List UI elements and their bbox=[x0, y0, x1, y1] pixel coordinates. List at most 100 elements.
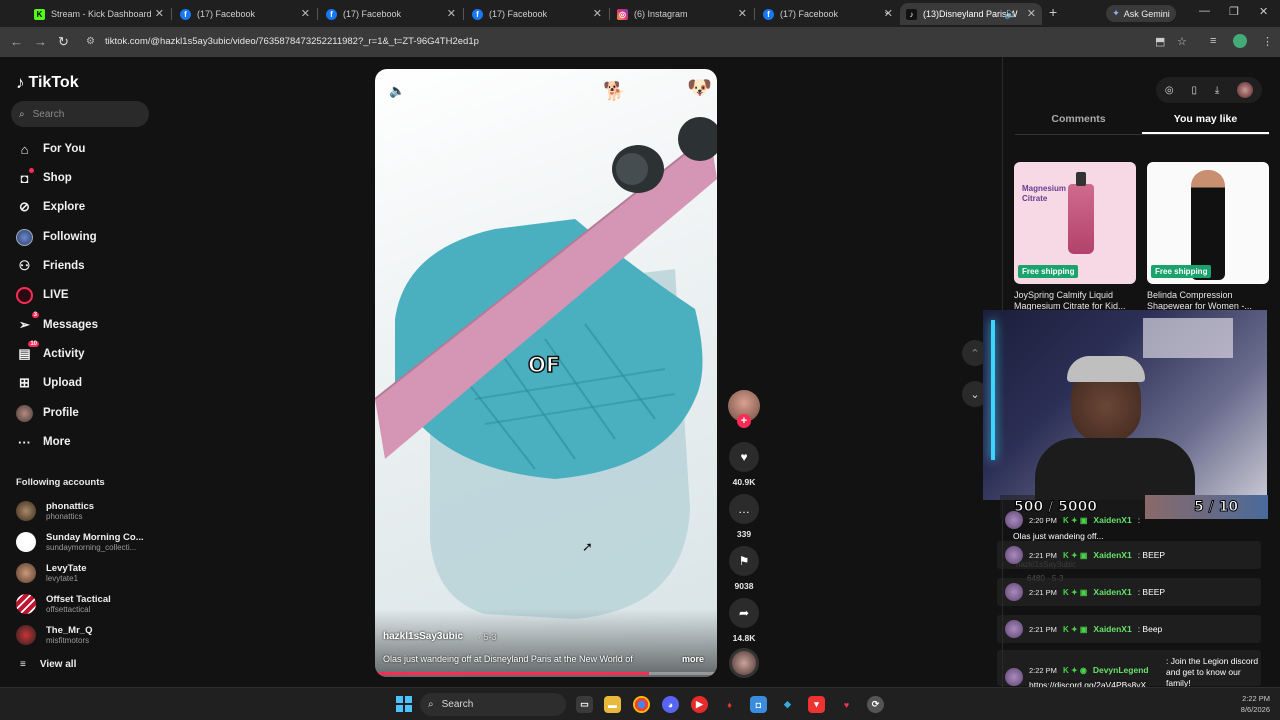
upload-icon: ⊞ bbox=[19, 375, 30, 390]
account-handle: levytate1 bbox=[46, 574, 79, 583]
nav-label: More bbox=[43, 436, 71, 448]
nav-explore[interactable]: ⊘ Explore bbox=[16, 197, 85, 217]
windows-start-icon[interactable] bbox=[396, 696, 412, 712]
reload-icon[interactable]: ↻ bbox=[58, 34, 69, 50]
browser-tab[interactable]: K Stream - Kick Dashboard ✕ bbox=[28, 3, 170, 25]
maximize-icon[interactable]: ❐ bbox=[1229, 5, 1239, 18]
product-card[interactable]: Free shipping Belinda Compression Shapew… bbox=[1147, 162, 1269, 312]
close-tab-icon[interactable]: ✕ bbox=[593, 7, 602, 20]
browser-tab[interactable]: f (17) Facebook ✕ bbox=[466, 3, 608, 25]
close-tab-icon[interactable]: ✕ bbox=[738, 7, 747, 20]
back-icon[interactable]: ← bbox=[10, 34, 23, 49]
minimize-icon[interactable]: — bbox=[1199, 5, 1210, 17]
url-field[interactable]: tiktok.com/@hazkl1s5ay3ubic/video/763587… bbox=[105, 36, 479, 47]
view-all-link[interactable]: ≡ View all bbox=[20, 659, 76, 670]
avatar bbox=[16, 501, 36, 521]
download-icon[interactable]: ⤓ bbox=[1215, 85, 1219, 96]
menu-kebab-icon[interactable]: ⋮ bbox=[1262, 35, 1273, 48]
compass-icon[interactable]: ◎ bbox=[1165, 85, 1174, 96]
close-tab-icon[interactable]: ✕ bbox=[447, 7, 456, 20]
tab-search-icon[interactable]: ⌄ bbox=[883, 6, 891, 17]
messages-badge: 3 bbox=[31, 311, 39, 318]
profile-avatar[interactable] bbox=[1237, 82, 1254, 98]
ask-gemini-button[interactable]: ✦ Ask Gemini bbox=[1106, 5, 1176, 22]
instagram-icon: ◎ bbox=[617, 8, 628, 20]
nav-label: Activity bbox=[43, 348, 85, 360]
close-tab-icon[interactable]: ✕ bbox=[1027, 7, 1036, 20]
nav-activity[interactable]: ▤ 10 Activity bbox=[16, 340, 85, 364]
following-accounts-heading: Following accounts bbox=[16, 477, 105, 488]
like-count: 40.9K bbox=[732, 477, 756, 487]
nav-live[interactable]: LIVE bbox=[16, 285, 69, 305]
video-player[interactable]: 🔈 🐕 🐶 OF ➚ hazkl1sSay3ubic · 5-3 Olas ju… bbox=[375, 69, 717, 677]
tab-you-may-like[interactable]: You may like bbox=[1142, 113, 1269, 134]
file-explorer-icon[interactable]: ▬ bbox=[604, 696, 621, 713]
close-tab-icon[interactable]: ✕ bbox=[155, 7, 164, 20]
browser-tab-active[interactable]: ♪ (13)Disneyland Paris W 🔈 ✕ bbox=[900, 3, 1042, 25]
heart-icon: ♥ bbox=[729, 442, 759, 472]
chat-username: XaidenX1 bbox=[1093, 587, 1132, 597]
save-button[interactable]: ⚑ 9038 bbox=[728, 546, 760, 591]
following-account[interactable]: Offset Tactical offsettactical bbox=[16, 591, 111, 617]
music-disc-icon[interactable] bbox=[729, 648, 759, 678]
chat-time: 2:22 PM bbox=[1029, 665, 1057, 675]
comment-count: 339 bbox=[736, 529, 752, 539]
nav-for-you[interactable]: ⌂ For You bbox=[16, 139, 86, 159]
app-icon[interactable]: ◘ bbox=[750, 696, 767, 713]
close-tab-icon[interactable]: ✕ bbox=[301, 7, 310, 20]
reading-list-icon[interactable]: ≡ bbox=[1210, 35, 1216, 47]
system-clock[interactable]: 2:22 PM 8/6/2026 bbox=[1230, 693, 1270, 715]
nav-messages[interactable]: ➢ 3 Messages bbox=[16, 311, 98, 335]
app-icon[interactable]: ▾ bbox=[808, 696, 825, 713]
following-account[interactable]: Sunday Morning Co... sundaymorning_collec… bbox=[16, 529, 144, 555]
site-info-icon[interactable]: ⚙ bbox=[86, 36, 95, 47]
kick-badge-icon: K ✦ ◉ bbox=[1062, 665, 1087, 675]
app-icon[interactable]: ♦ bbox=[721, 696, 738, 713]
browser-tab[interactable]: f (17) Facebook ✕ bbox=[174, 3, 316, 25]
video-progress-bar[interactable] bbox=[375, 672, 717, 675]
tab-comments[interactable]: Comments bbox=[1015, 113, 1142, 134]
phone-icon[interactable]: ▯ bbox=[1191, 85, 1197, 96]
app-icon[interactable]: ◆ bbox=[779, 696, 796, 713]
discord-icon[interactable]: ◕ bbox=[662, 696, 679, 713]
mute-icon[interactable]: 🔈 bbox=[389, 83, 405, 99]
taskbar-search[interactable]: ⌕ Search bbox=[420, 693, 566, 716]
chrome-icon[interactable] bbox=[633, 696, 650, 713]
nav-profile[interactable]: Profile bbox=[16, 403, 79, 423]
app-icon[interactable]: ⟳ bbox=[867, 696, 884, 713]
nav-upload[interactable]: ⊞ Upload bbox=[16, 373, 82, 393]
comment-button[interactable]: … 339 bbox=[728, 494, 760, 539]
bookmark-star-icon[interactable]: ☆ bbox=[1177, 35, 1187, 48]
speaker-icon[interactable]: 🔈 bbox=[1004, 7, 1018, 20]
video-caption-word: OF bbox=[527, 352, 561, 378]
video-author[interactable]: hazkl1sSay3ubic bbox=[383, 631, 463, 642]
tiktok-logo[interactable]: ♪ TikTok bbox=[16, 73, 79, 93]
like-button[interactable]: ♥ 40.9K bbox=[728, 442, 760, 487]
nav-more[interactable]: ··· More bbox=[16, 432, 70, 452]
task-view-icon[interactable]: ▭ bbox=[576, 696, 593, 713]
following-account[interactable]: LevyTate levytate1 bbox=[16, 560, 86, 586]
profile-avatar[interactable] bbox=[1233, 34, 1247, 48]
forward-icon[interactable]: → bbox=[34, 34, 47, 49]
share-button[interactable]: ➦ 14.8K bbox=[728, 598, 760, 643]
nav-following[interactable]: Following bbox=[16, 227, 97, 247]
more-link[interactable]: more bbox=[682, 654, 704, 664]
browser-tab[interactable]: f (17) Facebook ✕ bbox=[320, 3, 462, 25]
browser-tab[interactable]: ◎ (6) Instagram ✕ bbox=[611, 3, 753, 25]
youtube-icon[interactable]: ▶ bbox=[691, 696, 708, 713]
install-app-icon[interactable]: ⬒ bbox=[1155, 35, 1165, 48]
nav-shop[interactable]: ◘ Shop bbox=[16, 167, 72, 188]
avatar bbox=[16, 594, 36, 614]
search-input[interactable]: ⌕ Search bbox=[11, 101, 149, 127]
follow-plus-icon[interactable]: + bbox=[737, 414, 751, 428]
new-tab-button[interactable]: + bbox=[1049, 4, 1057, 20]
close-window-icon[interactable]: ✕ bbox=[1259, 5, 1268, 18]
app-icon[interactable]: ♥ bbox=[838, 696, 855, 713]
nav-friends[interactable]: ⚇ Friends bbox=[16, 256, 85, 276]
chat-username: XaidenX1 bbox=[1093, 515, 1132, 525]
browser-tab[interactable]: f (17) Facebook ✕ bbox=[757, 3, 899, 25]
following-account[interactable]: phonattics phonattics bbox=[16, 498, 94, 524]
more-dots-icon: ··· bbox=[18, 434, 31, 450]
product-card[interactable]: Magnesium Citrate Free shipping JoySprin… bbox=[1014, 162, 1136, 312]
following-account[interactable]: The_Mr_Q misfitmotors bbox=[16, 622, 92, 648]
